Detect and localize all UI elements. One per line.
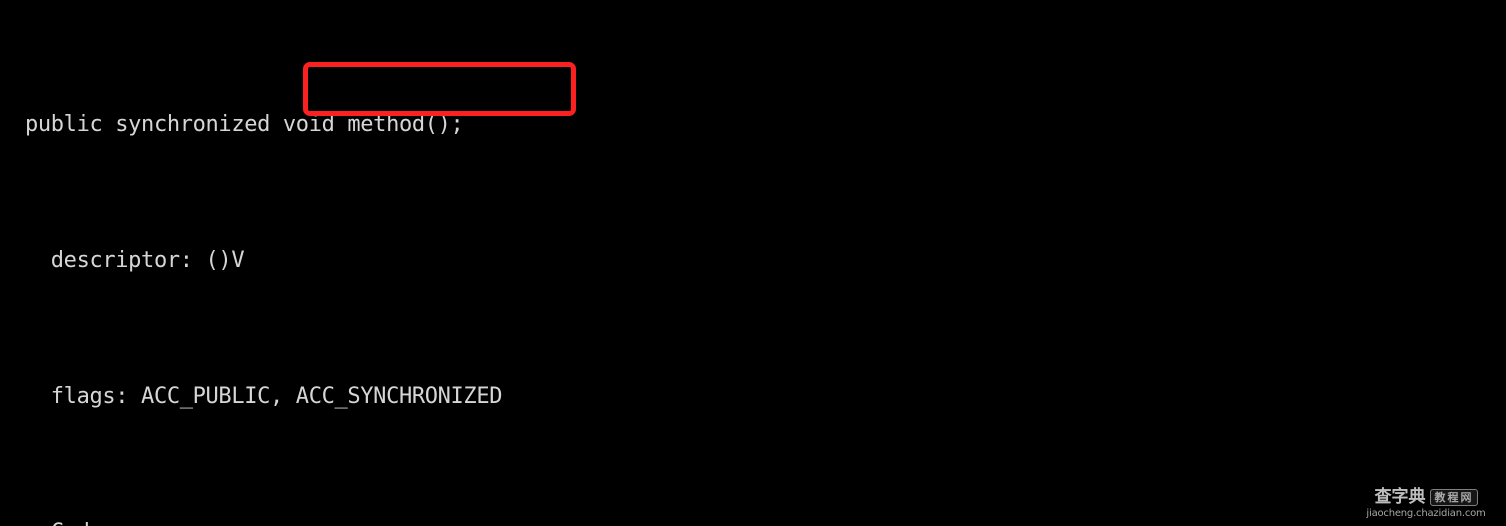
watermark: 查字典 教程网 jiaocheng.chazidian.com — [1354, 486, 1498, 522]
code-text: flags: ACC_PUBLIC, ACC_SYNCHRONIZED — [25, 384, 503, 409]
code-line: Code: — [25, 516, 1403, 526]
code-line: descriptor: ()V — [25, 244, 1403, 278]
watermark-site-name: 查字典 — [1374, 487, 1426, 507]
terminal-screenshot: public synchronized void method(); descr… — [0, 0, 1506, 526]
watermark-badge: 教程网 — [1429, 489, 1478, 506]
watermark-logo: 查字典 教程网 — [1375, 489, 1478, 506]
javap-output-text: public synchronized void method(); descr… — [25, 6, 1403, 526]
code-line: public synchronized void method(); — [25, 108, 1403, 142]
code-text: Code: — [25, 516, 642, 526]
watermark-url: jiaocheng.chazidian.com — [1366, 508, 1486, 519]
code-text: descriptor: ()V — [25, 248, 245, 273]
code-line: flags: ACC_PUBLIC, ACC_SYNCHRONIZED — [25, 380, 1403, 414]
code-text: public synchronized void method(); — [25, 112, 464, 137]
